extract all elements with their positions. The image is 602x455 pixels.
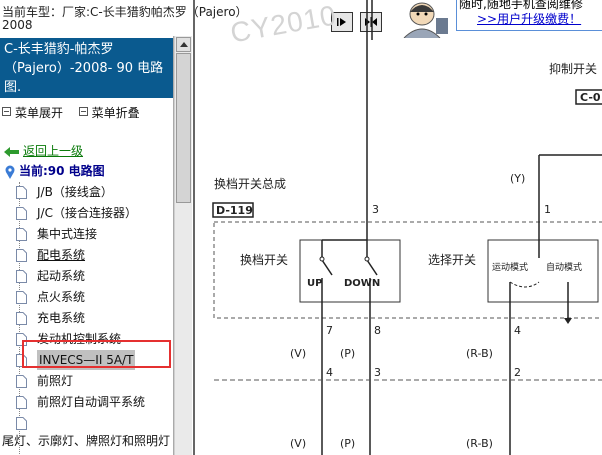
shift-switch-label: 换档开关	[240, 253, 288, 267]
pin-3-top-label: 3	[372, 203, 379, 216]
pin-4-label: 4	[514, 324, 521, 337]
down-contact-node	[364, 256, 370, 262]
pin-7-label: 7	[326, 324, 333, 337]
auto-mode-label: 自动模式	[546, 261, 582, 273]
shift-switch-box	[299, 239, 401, 303]
document-icon	[16, 269, 27, 283]
app-window: 当前车型：厂家:C-长丰猎豹帕杰罗（Pajero） 2008 CY2010 随时…	[0, 0, 602, 455]
document-icon	[16, 248, 27, 262]
up-contact-node	[319, 256, 325, 262]
auto-output-arrow	[564, 318, 572, 324]
wiring-diagram: 抑制开关 C-0 (Y) 1 3 换档开关总成 D-119 换档开关 UP DO…	[192, 0, 602, 455]
connector-c-label: C-0	[580, 91, 601, 104]
select-switch-label: 选择开关	[428, 253, 476, 267]
collapse-icon	[78, 107, 88, 116]
tree-item-headlamp[interactable]: 前照灯	[16, 371, 73, 391]
tree-item-label: 起动系统	[37, 269, 86, 283]
wire-v-label-1: (V)	[290, 347, 306, 360]
current-location: 当前:90 电路图	[4, 162, 105, 179]
tree-item-blank[interactable]	[16, 413, 37, 433]
tree-item-ignition[interactable]: 点火系统	[16, 287, 85, 307]
sidebar: C-长丰猎豹-帕杰罗 （Pajero）-2008- 90 电路 图. 菜单展开 …	[0, 36, 174, 455]
tree-item-jc[interactable]: J/C（接合连接器）	[16, 203, 137, 223]
tree-item-label: 前照灯	[37, 374, 74, 388]
wiring-diagram-canvas: 抑制开关 C-0 (Y) 1 3 换档开关总成 D-119 换档开关 UP DO…	[193, 0, 602, 455]
tree-item-starting[interactable]: 起动系统	[16, 266, 85, 286]
assembly-outline	[213, 221, 602, 319]
wire-rb-label-2: (R-B)	[466, 437, 493, 450]
location-pin-icon	[5, 165, 15, 179]
wire-v-label-2: (V)	[290, 437, 306, 450]
model-title-line-2: （Pajero）-2008- 90 电路	[4, 61, 164, 76]
tree-item-central-connect[interactable]: 集中式连接	[16, 224, 97, 244]
document-icon	[16, 290, 27, 304]
scroll-thumb[interactable]	[176, 53, 191, 203]
back-arrow-icon	[4, 146, 19, 157]
wire-rb-label-1: (R-B)	[466, 347, 493, 360]
wire-y-label: (Y)	[510, 172, 525, 185]
down-label: DOWN	[344, 278, 380, 289]
tree-item-label: 前照灯自动调平系统	[37, 395, 146, 409]
junction-pin-3-label: 3	[374, 366, 381, 379]
tree-item-charging[interactable]: 充电系统	[16, 308, 85, 328]
pin-1-top-label: 1	[544, 203, 551, 216]
expand-menu-button[interactable]: 菜单展开	[15, 106, 63, 120]
up-contact-blade	[321, 259, 333, 276]
tree-item-label: 配电系统	[37, 248, 86, 262]
back-row: 返回上一级	[4, 142, 83, 159]
back-link[interactable]: 返回上一级	[23, 144, 83, 158]
tree-item-jb[interactable]: J/B（接线盒）	[16, 182, 113, 202]
tree-item-label: 点火系统	[37, 290, 86, 304]
selection-highlight-box	[22, 340, 171, 368]
document-icon	[16, 416, 27, 430]
document-icon	[16, 374, 27, 388]
expand-icon	[2, 107, 11, 116]
sidebar-scrollbar[interactable]	[174, 36, 192, 455]
down-contact-blade	[366, 259, 378, 276]
inhibitor-switch-label: 抑制开关	[549, 61, 597, 76]
pin-8-label: 8	[374, 324, 381, 337]
collapse-menu-button[interactable]: 菜单折叠	[92, 106, 140, 120]
connector-d119-label: D-119	[216, 204, 253, 217]
document-icon	[16, 227, 27, 241]
model-title-line-1: C-长丰猎豹-帕杰罗	[4, 42, 114, 57]
tree-item-tail-lamps[interactable]: 尾灯、示廓灯、牌照灯和照明灯	[2, 432, 170, 449]
model-title-line-3: 图.	[4, 80, 22, 95]
assembly-label: 换档开关总成	[214, 177, 286, 191]
menu-toggle-row: 菜单展开 菜单折叠	[2, 104, 140, 121]
model-title: C-长丰猎豹-帕杰罗 （Pajero）-2008- 90 电路 图.	[0, 38, 173, 98]
junction-pin-2-label: 2	[514, 366, 521, 379]
document-icon	[16, 311, 27, 325]
wire-p-label-2: (P)	[340, 437, 355, 450]
current-label: 当前:90 电路图	[19, 164, 105, 178]
tree-item-label: 充电系统	[37, 311, 86, 325]
sport-mode-label: 运动模式	[492, 261, 528, 273]
mode-selector-arc	[509, 281, 540, 288]
junction-pin-4-label: 4	[326, 366, 333, 379]
tree-item-power-distribution[interactable]: 配电系统	[16, 245, 85, 265]
scroll-up-button[interactable]	[176, 37, 191, 52]
wire-p-label-1: (P)	[340, 347, 355, 360]
tree-item-label: J/B（接线盒）	[37, 185, 113, 199]
tree-item-label: J/C（接合连接器）	[37, 206, 137, 220]
document-icon	[16, 206, 27, 220]
up-label: UP	[307, 278, 322, 289]
tree-item-label: 集中式连接	[37, 227, 98, 241]
document-icon	[16, 395, 27, 409]
document-icon	[16, 185, 27, 199]
tree-item-headlamp-leveling[interactable]: 前照灯自动调平系统	[16, 392, 145, 412]
